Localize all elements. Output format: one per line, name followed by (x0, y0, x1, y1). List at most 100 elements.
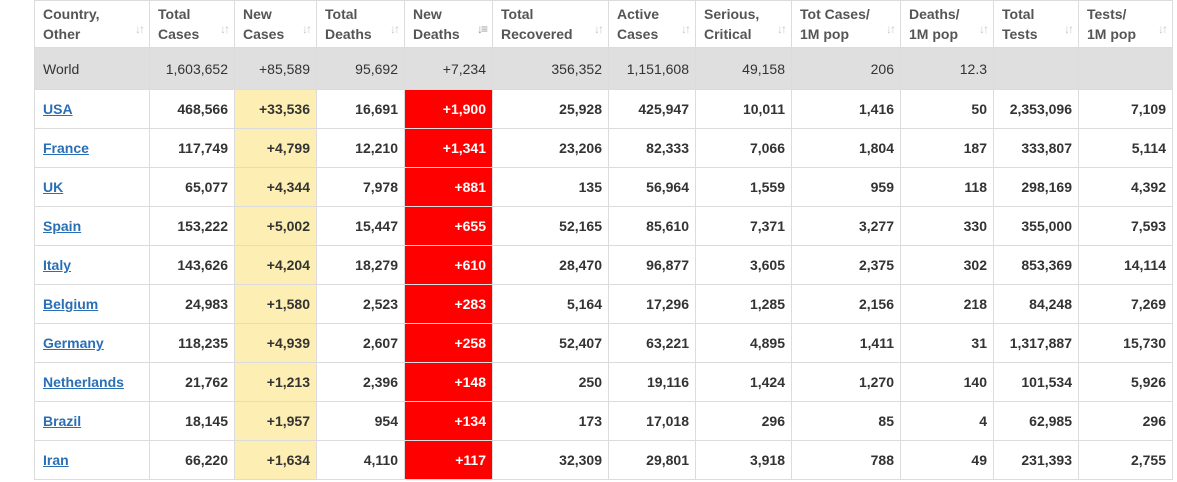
country-name: UK (34, 167, 150, 207)
header-country[interactable]: Country, Other ↓↑ (34, 0, 150, 48)
tests-per-million-cell: 7,109 (1078, 89, 1173, 129)
header-tests-per-million[interactable]: Tests/1M pop ↓↑ (1078, 0, 1173, 48)
sort-icon[interactable]: ↓↑ (1064, 19, 1074, 39)
total-deaths-cell: 2,396 (316, 362, 405, 402)
header-label: Country, (43, 6, 100, 22)
new-cases-cell: +1,580 (234, 284, 317, 324)
header-label: Deaths/ (909, 6, 960, 22)
sort-desc-icon[interactable]: ↓≡ (477, 19, 488, 39)
total-tests-cell: 101,534 (993, 362, 1079, 402)
header-active-cases[interactable]: Active Cases ↓↑ (608, 0, 696, 48)
serious-critical-cell: 296 (695, 401, 792, 441)
header-label: 1M pop (800, 26, 849, 42)
header-cases-per-million[interactable]: Tot Cases/1M pop ↓↑ (791, 0, 901, 48)
sort-icon[interactable]: ↓↑ (390, 19, 400, 39)
new-cases-cell: +4,799 (234, 128, 317, 168)
country-link[interactable]: UK (43, 179, 63, 195)
new-cases-cell: +4,344 (234, 167, 317, 207)
cases-per-million-cell: 206 (791, 47, 901, 90)
active-cases-cell: 29,801 (608, 440, 696, 480)
header-row: Country, Other ↓↑ Total Cases ↓↑ New Cases ↓↑ … (34, 0, 1173, 48)
active-cases-cell: 19,116 (608, 362, 696, 402)
country-link[interactable]: Iran (43, 452, 69, 468)
header-deaths-per-million[interactable]: Deaths/1M pop ↓↑ (900, 0, 994, 48)
deaths-per-million-cell: 187 (900, 128, 994, 168)
sort-icon[interactable]: ↓↑ (777, 19, 787, 39)
total-recovered-cell: 23,206 (492, 128, 609, 168)
total-cases-cell: 66,220 (149, 440, 235, 480)
tests-per-million-cell: 2,755 (1078, 440, 1173, 480)
country-link[interactable]: Spain (43, 218, 81, 234)
total-recovered-cell: 135 (492, 167, 609, 207)
serious-critical-cell: 1,559 (695, 167, 792, 207)
sort-icon[interactable]: ↓↑ (220, 19, 230, 39)
new-cases-cell: +5,002 (234, 206, 317, 246)
header-label: Active (617, 6, 660, 22)
header-label: Deaths (413, 26, 460, 42)
header-label: 1M pop (909, 26, 958, 42)
cases-per-million-cell: 85 (791, 401, 901, 441)
header-label: Deaths (325, 26, 372, 42)
country-link[interactable]: USA (43, 101, 73, 117)
country-link[interactable]: France (43, 140, 89, 156)
sort-icon[interactable]: ↓↑ (594, 19, 604, 39)
header-label: Tests/ (1087, 6, 1127, 22)
country-name: Spain (34, 206, 150, 246)
total-deaths-cell: 95,692 (316, 47, 405, 90)
country-name: Brazil (34, 401, 150, 441)
total-recovered-cell: 173 (492, 401, 609, 441)
country-link[interactable]: Germany (43, 335, 104, 351)
new-deaths-cell: +134 (404, 401, 493, 441)
table-row: France 117,749 +4,799 12,210 +1,341 23,206 82,… (34, 128, 1173, 168)
sort-icon[interactable]: ↓↑ (1158, 19, 1168, 39)
header-new-deaths[interactable]: New Deaths ↓≡ (404, 0, 493, 48)
sort-icon[interactable]: ↓↑ (302, 19, 312, 39)
active-cases-cell: 63,221 (608, 323, 696, 363)
country-name: Italy (34, 245, 150, 285)
new-deaths-cell: +1,341 (404, 128, 493, 168)
serious-critical-cell: 7,066 (695, 128, 792, 168)
sort-icon[interactable]: ↓↑ (886, 19, 896, 39)
new-deaths-cell: +283 (404, 284, 493, 324)
table-row: USA 468,566 +33,536 16,691 +1,900 25,928 425,9… (34, 89, 1173, 129)
new-deaths-cell: +148 (404, 362, 493, 402)
new-cases-cell: +4,939 (234, 323, 317, 363)
serious-critical-cell: 1,424 (695, 362, 792, 402)
country-link[interactable]: Netherlands (43, 374, 124, 390)
new-deaths-cell: +1,900 (404, 89, 493, 129)
new-cases-cell: +1,213 (234, 362, 317, 402)
header-total-tests[interactable]: Total Tests ↓↑ (993, 0, 1079, 48)
total-cases-cell: 143,626 (149, 245, 235, 285)
tests-per-million-cell: 7,593 (1078, 206, 1173, 246)
tests-per-million-cell: 296 (1078, 401, 1173, 441)
header-total-deaths[interactable]: Total Deaths ↓↑ (316, 0, 405, 48)
header-new-cases[interactable]: New Cases ↓↑ (234, 0, 317, 48)
tests-per-million-cell (1078, 47, 1173, 90)
header-label: Other (43, 26, 81, 42)
country-link[interactable]: Brazil (43, 413, 81, 429)
sort-icon[interactable]: ↓↑ (979, 19, 989, 39)
country-name: Netherlands (34, 362, 150, 402)
country-name: World (34, 47, 150, 90)
total-cases-cell: 24,983 (149, 284, 235, 324)
country-link[interactable]: Italy (43, 257, 71, 273)
new-deaths-cell: +655 (404, 206, 493, 246)
country-name: USA (34, 89, 150, 129)
active-cases-cell: 17,018 (608, 401, 696, 441)
header-total-recovered[interactable]: Total Recovered ↓↑ (492, 0, 609, 48)
header-total-cases[interactable]: Total Cases ↓↑ (149, 0, 235, 48)
deaths-per-million-cell: 49 (900, 440, 994, 480)
header-serious-critical[interactable]: Serious, Critical ↓↑ (695, 0, 792, 48)
header-label: 1M pop (1087, 26, 1136, 42)
tests-per-million-cell: 7,269 (1078, 284, 1173, 324)
total-deaths-cell: 18,279 (316, 245, 405, 285)
sort-icon[interactable]: ↓↑ (681, 19, 691, 39)
total-deaths-cell: 2,607 (316, 323, 405, 363)
country-link[interactable]: Belgium (43, 296, 98, 312)
sort-icon[interactable]: ↓↑ (135, 19, 145, 39)
total-deaths-cell: 954 (316, 401, 405, 441)
header-label: Tot Cases/ (800, 6, 870, 22)
total-tests-cell: 231,393 (993, 440, 1079, 480)
country-name: Germany (34, 323, 150, 363)
table-row: Spain 153,222 +5,002 15,447 +655 52,165 85,610… (34, 206, 1173, 246)
